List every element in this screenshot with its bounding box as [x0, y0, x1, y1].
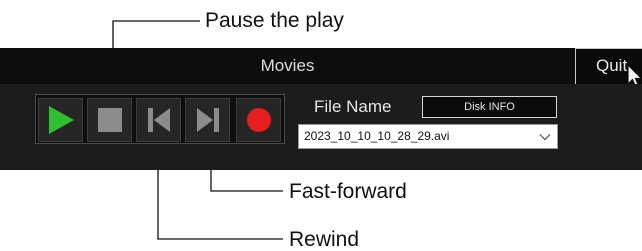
file-name-select[interactable]: 2023_10_10_10_28_29.avi [298, 124, 558, 149]
rewind-callout: Rewind [289, 228, 360, 251]
window-title: Movies [260, 56, 315, 75]
record-icon [246, 108, 271, 132]
rewind-button[interactable] [136, 98, 181, 142]
selected-file-value: 2023_10_10_10_28_29.avi [304, 129, 450, 143]
file-name-label: File Name [314, 97, 392, 116]
stop-icon [97, 108, 122, 132]
pause-callout: Pause the play [205, 9, 344, 32]
fast-forward-button[interactable] [185, 98, 230, 142]
play-button[interactable] [38, 98, 83, 142]
stop-button[interactable] [87, 98, 132, 142]
chevron-down-icon [539, 134, 551, 141]
title-bar: Movies [0, 48, 642, 84]
skip-back-icon [147, 108, 170, 132]
skip-forward-icon [196, 108, 219, 132]
play-icon [48, 106, 74, 134]
fast-forward-callout: Fast-forward [289, 180, 407, 203]
disk-info-button[interactable]: Disk INFO [422, 96, 557, 118]
record-button[interactable] [236, 98, 281, 142]
